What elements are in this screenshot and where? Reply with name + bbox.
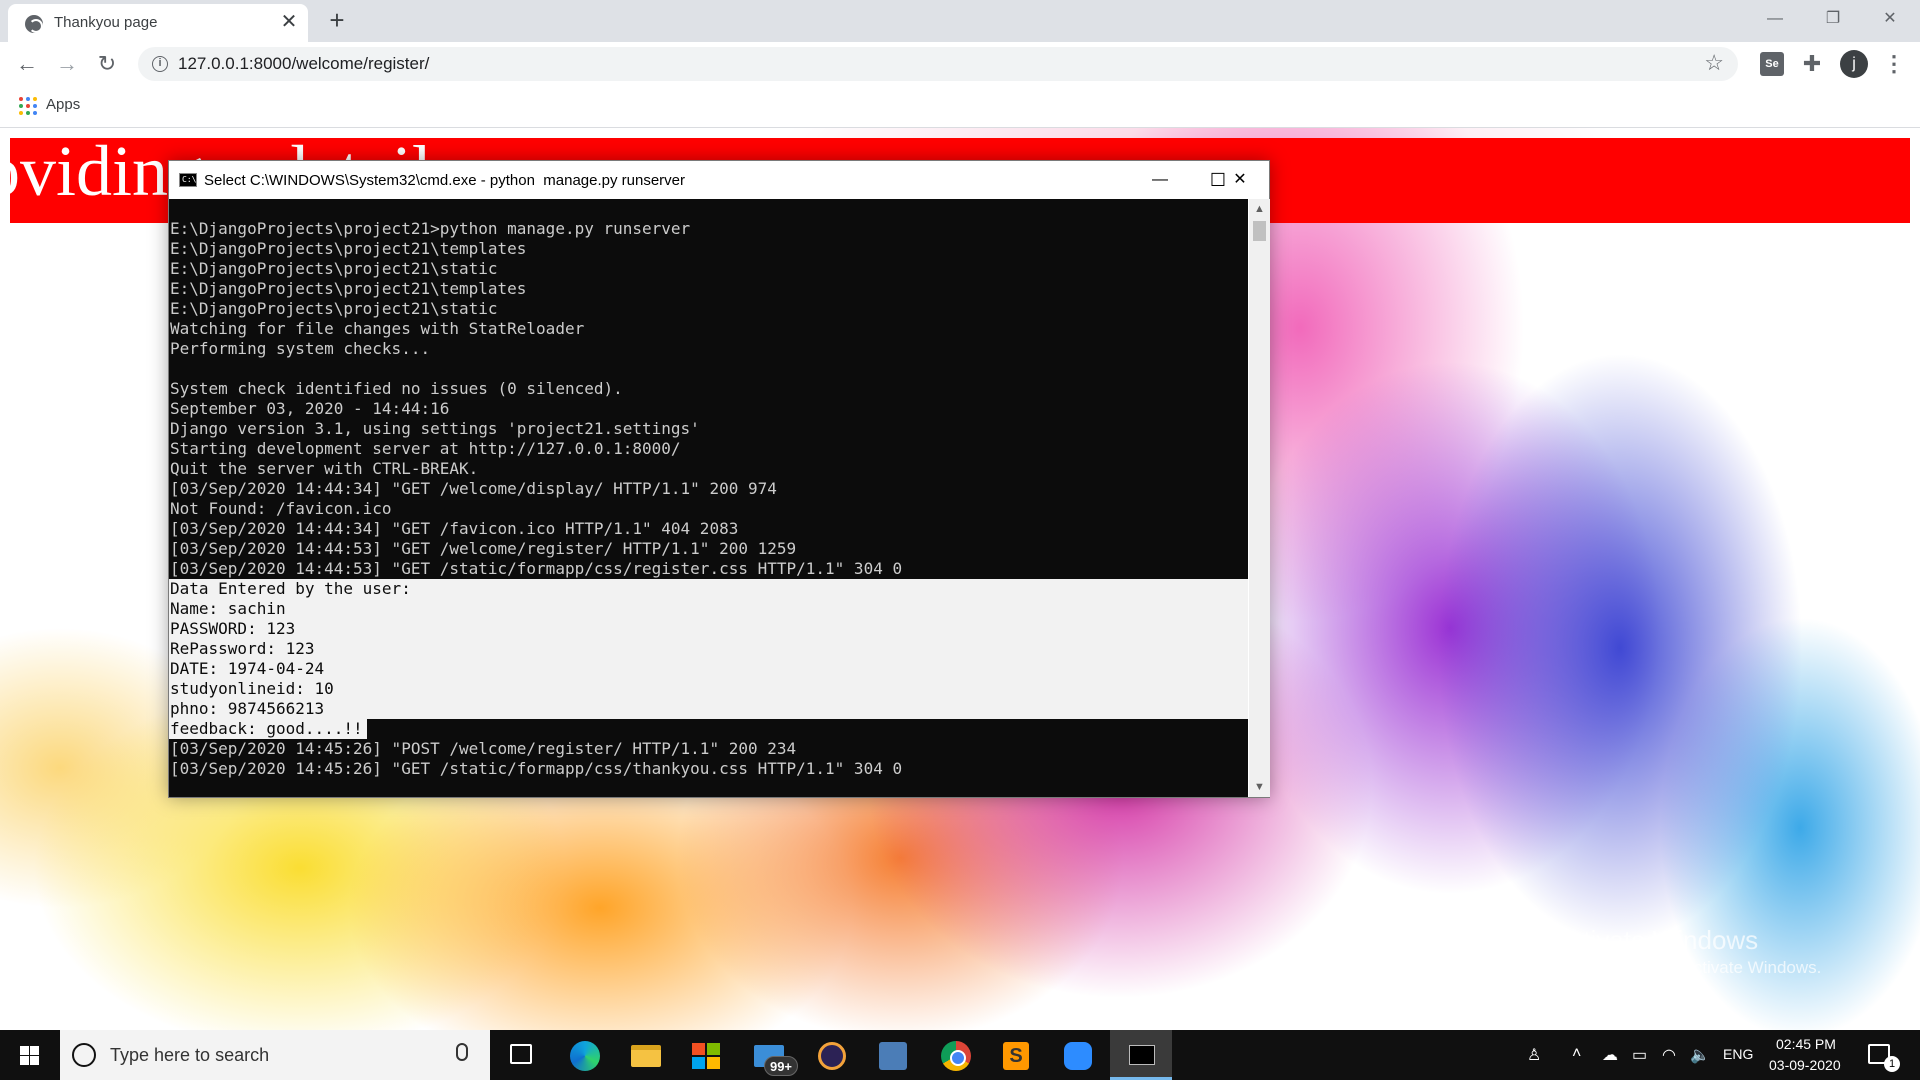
bookmarks-bar: Apps	[0, 86, 1920, 128]
cmd-minimize-icon[interactable]: —	[1131, 161, 1189, 199]
console-line: [03/Sep/2020 14:45:26] "POST /welcome/re…	[170, 739, 797, 758]
profile-avatar[interactable]: j	[1840, 50, 1868, 78]
scroll-up-arrow-icon[interactable]: ▲	[1249, 199, 1270, 219]
restore-icon[interactable]: ❐	[1813, 4, 1853, 34]
console-line: PASSWORD: 123	[170, 619, 296, 638]
minimize-icon[interactable]: —	[1755, 4, 1795, 34]
address-bar[interactable]: i 127.0.0.1:8000/welcome/register/ ☆	[138, 47, 1738, 81]
edge-icon[interactable]	[570, 1041, 600, 1071]
sublime-icon[interactable]: S	[1003, 1042, 1029, 1070]
wifi-icon[interactable]: ◠	[1662, 1045, 1676, 1065]
clock-time[interactable]: 02:45 PM	[1776, 1036, 1836, 1052]
console-line: Quit the server with CTRL-BREAK.	[170, 459, 479, 478]
console-line: [03/Sep/2020 14:44:53] "GET /static/form…	[170, 559, 903, 578]
console-line: E:\DjangoProjects\project21>python manag…	[170, 219, 691, 238]
activate-windows-watermark: Activate Windows	[1553, 925, 1759, 955]
tray-chevron-icon[interactable]: ˄	[1572, 1045, 1581, 1063]
globe-icon	[25, 15, 43, 33]
chrome-icon[interactable]	[941, 1041, 971, 1071]
taskbar-search-box[interactable]: Type here to search	[60, 1030, 490, 1080]
back-icon[interactable]: ←	[12, 49, 42, 79]
onedrive-icon[interactable]: ☁	[1602, 1045, 1618, 1065]
browser-menu-icon[interactable]: ⋮	[1882, 50, 1906, 78]
console-line: [03/Sep/2020 14:44:53] "GET /welcome/reg…	[170, 539, 797, 558]
console-line: Django version 3.1, using settings 'proj…	[170, 419, 700, 438]
new-tab-button[interactable]: +	[322, 6, 352, 36]
console-line: [03/Sep/2020 14:44:34] "GET /favicon.ico…	[170, 519, 739, 538]
microphone-icon[interactable]	[456, 1043, 468, 1061]
cmd-titlebar[interactable]: C:\ Select C:\WINDOWS\System32\cmd.exe -…	[169, 161, 1269, 199]
console-line: Performing system checks...	[170, 339, 431, 358]
console-line: RePassword: 123	[170, 639, 315, 658]
mail-badge: 99+	[764, 1056, 798, 1076]
cmd-taskbar-icon	[1129, 1045, 1155, 1065]
browser-toolbar: ← → ↻ i 127.0.0.1:8000/welcome/register/…	[0, 42, 1920, 86]
browser-tab[interactable]: Thankyou page ✕	[8, 4, 308, 42]
cmd-window[interactable]: C:\ Select C:\WINDOWS\System32\cmd.exe -…	[168, 160, 1270, 798]
cortana-icon	[72, 1043, 96, 1067]
selenium-extension-icon[interactable]: Se	[1760, 52, 1784, 76]
task-view-icon[interactable]	[510, 1044, 532, 1064]
eclipse-icon[interactable]	[818, 1042, 846, 1070]
console-line: phno: 9874566213	[170, 699, 325, 718]
tab-title: Thankyou page	[54, 14, 158, 31]
scroll-thumb[interactable]	[1253, 221, 1266, 241]
extensions-icon[interactable]: ✚	[1800, 52, 1824, 76]
start-button[interactable]	[0, 1030, 60, 1080]
console-line: E:\DjangoProjects\project21\static	[170, 259, 498, 278]
people-icon[interactable]: ♙	[1527, 1045, 1541, 1065]
browser-tab-strip: Thankyou page ✕ + — ❐ ✕	[0, 0, 1920, 42]
console-line: feedback: good....!!	[170, 719, 363, 738]
bookmark-star-icon[interactable]: ☆	[1704, 50, 1724, 76]
windows-logo-icon	[20, 1046, 39, 1065]
activate-windows-subtext: Go to Settings to activate Windows.	[1553, 958, 1822, 977]
console-line: System check identified no issues (0 sil…	[170, 379, 623, 398]
scroll-down-arrow-icon[interactable]: ▼	[1249, 777, 1270, 797]
language-indicator[interactable]: ENG	[1723, 1046, 1753, 1062]
cmd-scrollbar[interactable]: ▲ ▼	[1249, 199, 1270, 797]
apps-grid-icon[interactable]	[19, 97, 37, 115]
console-line: Watching for file changes with StatReloa…	[170, 319, 585, 338]
site-info-icon[interactable]: i	[152, 56, 168, 72]
cmd-console-output[interactable]: E:\DjangoProjects\project21>python manag…	[169, 199, 1248, 797]
search-placeholder: Type here to search	[110, 1045, 270, 1065]
console-line: E:\DjangoProjects\project21\templates	[170, 239, 527, 258]
console-line: September 03, 2020 - 14:44:16	[170, 399, 450, 418]
console-line: Name: sachin	[170, 599, 286, 618]
console-line: studyonlineid: 10	[170, 679, 334, 698]
close-tab-icon[interactable]: ✕	[278, 11, 300, 33]
volume-icon[interactable]: 🔈	[1690, 1045, 1710, 1065]
notification-count-badge: 1	[1884, 1056, 1900, 1072]
url-text[interactable]: 127.0.0.1:8000/welcome/register/	[178, 54, 429, 74]
clock-date[interactable]: 03-09-2020	[1769, 1057, 1841, 1073]
windows-taskbar: Type here to search 99+ S ♙ ˄ ☁ ▭ ◠ 🔈 EN…	[0, 1030, 1920, 1080]
console-line: Starting development server at http://12…	[170, 439, 681, 458]
console-line: [03/Sep/2020 14:44:34] "GET /welcome/dis…	[170, 479, 777, 498]
console-line: [03/Sep/2020 14:45:26] "GET /static/form…	[170, 759, 903, 778]
store-icon[interactable]	[692, 1043, 720, 1069]
reload-icon[interactable]: ↻	[92, 49, 122, 79]
file-explorer-icon[interactable]	[631, 1045, 661, 1067]
cmd-window-icon: C:\	[179, 173, 197, 187]
console-line: E:\DjangoProjects\project21\static	[170, 299, 498, 318]
zoom-icon[interactable]	[1064, 1042, 1092, 1070]
console-line: E:\DjangoProjects\project21\templates	[170, 279, 527, 298]
battery-icon[interactable]: ▭	[1632, 1045, 1647, 1065]
console-line: DATE: 1974-04-24	[170, 659, 325, 678]
apps-bookmark[interactable]: Apps	[46, 96, 80, 113]
vmware-icon[interactable]	[879, 1042, 907, 1070]
cmd-close-icon[interactable]: ✕	[1211, 161, 1269, 199]
cmd-window-title: Select C:\WINDOWS\System32\cmd.exe - pyt…	[204, 172, 686, 189]
console-line: Data Entered by the user:	[170, 579, 411, 598]
forward-icon[interactable]: →	[52, 49, 82, 79]
console-line: Not Found: /favicon.ico	[170, 499, 392, 518]
close-window-icon[interactable]: ✕	[1870, 4, 1910, 34]
